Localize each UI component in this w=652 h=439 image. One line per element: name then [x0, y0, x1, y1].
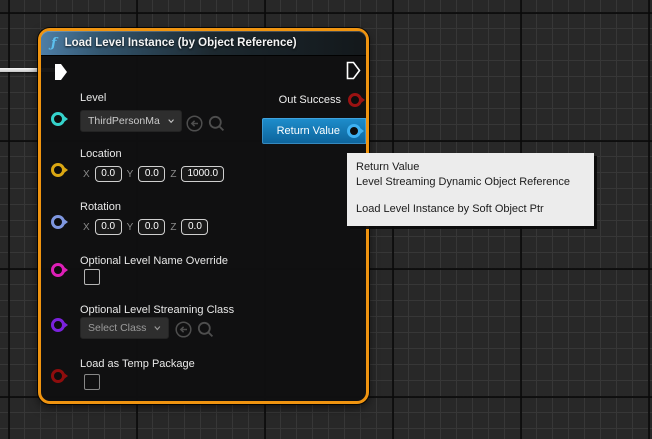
location-label: Location	[80, 148, 122, 160]
rotation-z-field[interactable]: 0.0	[181, 219, 208, 235]
level-streaming-class-pin[interactable]	[51, 318, 65, 332]
blueprint-canvas[interactable]: ƒ Load Level Instance (by Object Referen…	[0, 0, 652, 439]
level-dropdown[interactable]: ThirdPersonMa	[80, 110, 182, 132]
level-streaming-class-dropdown-value: Select Class	[88, 322, 146, 334]
load-as-temp-package-pin[interactable]	[51, 369, 65, 383]
level-pin[interactable]	[51, 112, 65, 126]
load-as-temp-package-checkbox[interactable]	[84, 374, 100, 390]
level-dropdown-value: ThirdPersonMa	[88, 115, 160, 127]
level-streaming-class-label: Optional Level Streaming Class	[80, 304, 234, 316]
location-z-field[interactable]: 1000.0	[181, 166, 224, 182]
level-name-override-checkbox[interactable]	[84, 269, 100, 285]
chevron-down-icon	[154, 325, 161, 331]
node-load-level-instance[interactable]: ƒ Load Level Instance (by Object Referen…	[38, 28, 369, 404]
rotation-vector-row: X 0.0 Y 0.0 Z 0.0	[83, 219, 208, 235]
return-value-pin[interactable]	[347, 124, 361, 138]
out-success-row: Out Success	[279, 93, 362, 107]
tooltip-pin-name: Return Value	[356, 160, 585, 175]
level-name-override-pin[interactable]	[51, 263, 65, 277]
exec-input-pin[interactable]	[54, 63, 68, 81]
location-x-label: X	[83, 169, 90, 180]
load-as-temp-package-label: Load as Temp Package	[80, 358, 195, 370]
level-label: Level	[80, 92, 106, 104]
rotation-z-label: Z	[170, 222, 176, 233]
tooltip-description: Load Level Instance by Soft Object Ptr	[356, 202, 585, 217]
browse-asset-search-icon[interactable]	[197, 321, 214, 338]
location-z-label: Z	[170, 169, 176, 180]
out-success-label: Out Success	[279, 94, 341, 106]
function-icon: ƒ	[51, 36, 57, 51]
use-asset-icon[interactable]	[175, 321, 192, 338]
rotation-x-field[interactable]: 0.0	[95, 219, 122, 235]
location-vector-row: X 0.0 Y 0.0 Z 1000.0	[83, 166, 224, 182]
location-pin[interactable]	[51, 163, 65, 177]
browse-asset-search-icon[interactable]	[208, 115, 225, 132]
tooltip-spacer	[356, 189, 585, 202]
rotation-y-label: Y	[127, 222, 134, 233]
return-value-row[interactable]: Return Value	[262, 118, 366, 144]
node-title: Load Level Instance (by Object Reference…	[65, 37, 297, 49]
rotation-y-field[interactable]: 0.0	[138, 219, 165, 235]
return-value-label: Return Value	[277, 125, 340, 137]
location-y-field[interactable]: 0.0	[138, 166, 165, 182]
out-success-pin[interactable]	[348, 93, 362, 107]
level-name-override-label: Optional Level Name Override	[80, 255, 228, 267]
tooltip-pin-type: Level Streaming Dynamic Object Reference	[356, 175, 585, 190]
exec-output-pin[interactable]	[346, 61, 361, 80]
chevron-down-icon	[168, 118, 174, 124]
node-header[interactable]: ƒ Load Level Instance (by Object Referen…	[41, 31, 366, 55]
location-x-field[interactable]: 0.0	[95, 166, 122, 182]
rotation-label: Rotation	[80, 201, 121, 213]
level-streaming-class-dropdown[interactable]: Select Class	[80, 317, 169, 339]
rotation-x-label: X	[83, 222, 90, 233]
use-asset-icon[interactable]	[186, 115, 203, 132]
pin-tooltip: Return Value Level Streaming Dynamic Obj…	[347, 153, 594, 226]
location-y-label: Y	[127, 169, 134, 180]
rotation-pin[interactable]	[51, 215, 65, 229]
